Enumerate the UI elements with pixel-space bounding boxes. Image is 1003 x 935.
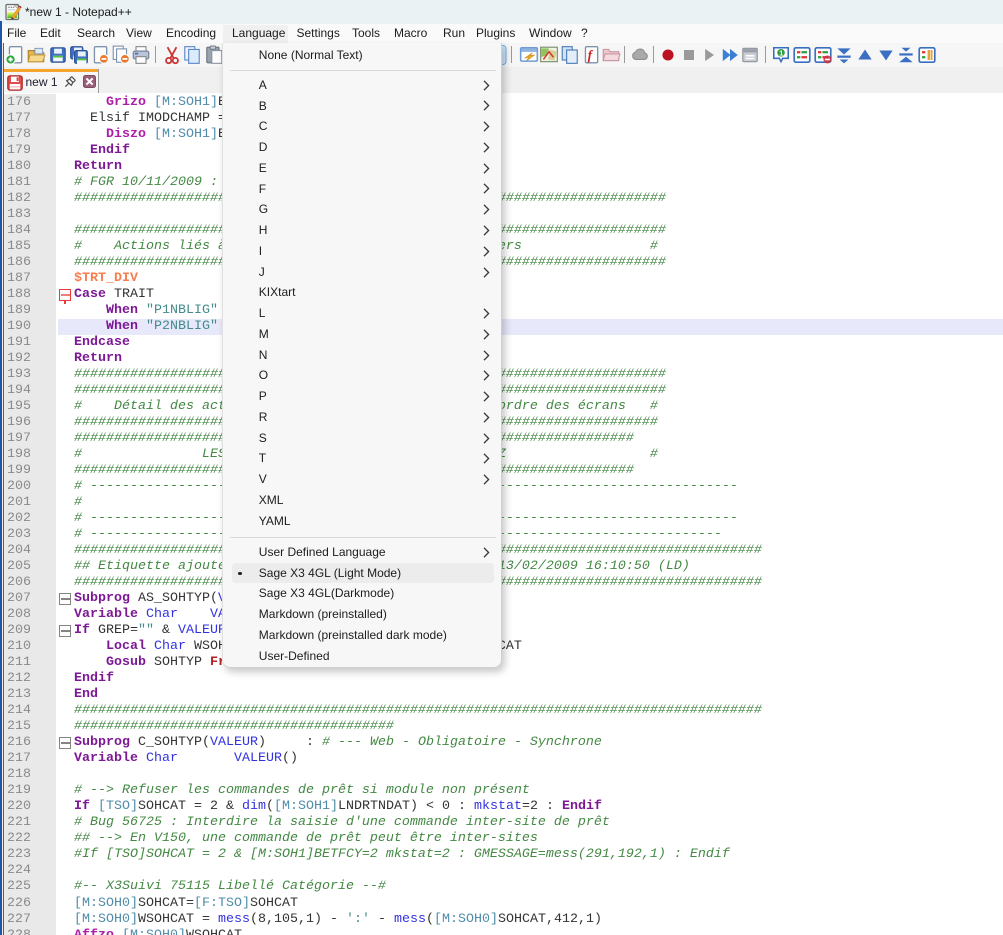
svg-text:1: 1 [779, 48, 784, 57]
